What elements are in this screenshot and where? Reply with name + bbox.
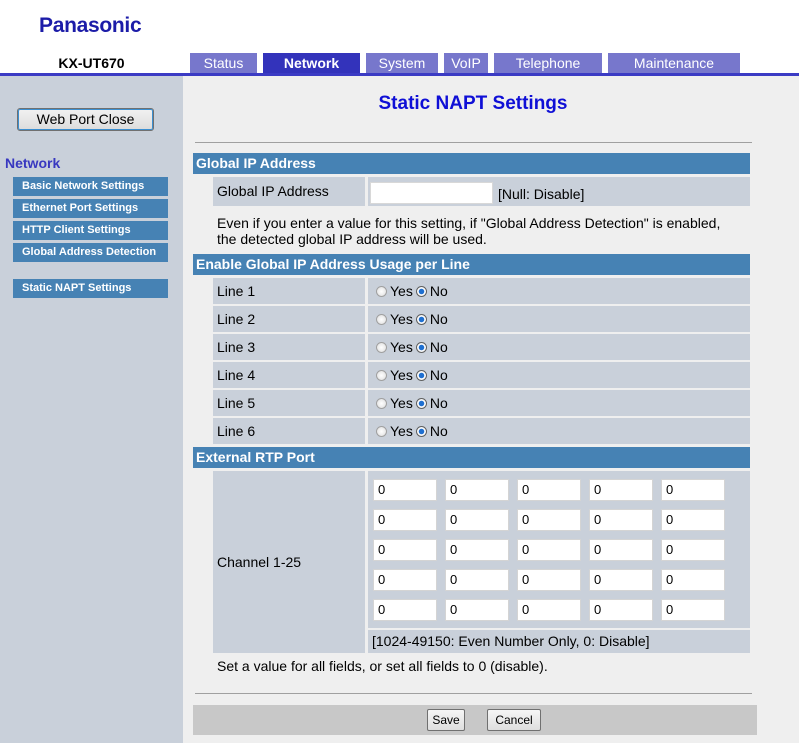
line-label: Line 2 [213, 306, 365, 332]
save-button[interactable]: Save [427, 709, 465, 731]
rtp-port-input[interactable]: 0 [661, 479, 725, 501]
radio-no-label: No [429, 395, 448, 411]
line-label: Line 4 [213, 362, 365, 388]
global-ip-note-2: the detected global IP address will be u… [217, 231, 487, 247]
model-name: KX-UT670 [58, 55, 125, 71]
global-ip-hint: [Null: Disable] [498, 186, 585, 202]
bottom-divider [195, 693, 752, 694]
line-radio-group: Yes No [368, 362, 750, 388]
rtp-port-input[interactable]: 0 [517, 569, 581, 591]
rtp-port-input[interactable]: 0 [445, 509, 509, 531]
section-header-global-ip: Global IP Address [193, 153, 750, 174]
radio-yes-label: Yes [390, 283, 413, 299]
sidebar-section-network: Network [5, 155, 61, 171]
sidebar-item-basic-network-settings[interactable]: Basic Network Settings [13, 177, 168, 196]
section-header-usage-per-line: Enable Global IP Address Usage per Line [193, 254, 750, 275]
line-label: Line 1 [213, 278, 365, 304]
radio-no[interactable] [415, 314, 427, 325]
rtp-port-input[interactable]: 0 [661, 599, 725, 621]
button-bar [193, 705, 757, 735]
radio-yes-label: Yes [390, 367, 413, 383]
radio-no-label: No [429, 283, 448, 299]
radio-no-label: No [429, 367, 448, 383]
radio-no[interactable] [415, 426, 427, 437]
cancel-button[interactable]: Cancel [487, 709, 541, 731]
tab-network[interactable]: Network [263, 53, 360, 73]
radio-yes-label: Yes [390, 395, 413, 411]
line-radio-group: Yes No [368, 390, 750, 416]
radio-no[interactable] [415, 342, 427, 353]
rtp-port-input[interactable]: 0 [445, 599, 509, 621]
rtp-port-input[interactable]: 0 [517, 479, 581, 501]
rtp-port-input[interactable]: 0 [661, 569, 725, 591]
line-label: Line 6 [213, 418, 365, 444]
radio-yes-label: Yes [390, 339, 413, 355]
rtp-port-input[interactable]: 0 [373, 599, 437, 621]
global-ip-note-1: Even if you enter a value for this setti… [217, 215, 721, 231]
rtp-port-input[interactable]: 0 [661, 539, 725, 561]
radio-yes[interactable] [376, 314, 387, 325]
rtp-port-input[interactable]: 0 [445, 539, 509, 561]
rtp-port-input[interactable]: 0 [373, 479, 437, 501]
sidebar-item-ethernet-port-settings[interactable]: Ethernet Port Settings [13, 199, 168, 218]
top-divider [195, 142, 752, 143]
rtp-port-input[interactable]: 0 [445, 479, 509, 501]
rtp-port-input[interactable]: 0 [517, 539, 581, 561]
radio-yes[interactable] [376, 286, 387, 297]
sidebar-item-http-client-settings[interactable]: HTTP Client Settings [13, 221, 168, 240]
rtp-port-input[interactable]: 0 [445, 569, 509, 591]
global-ip-input[interactable] [370, 182, 493, 204]
line-radio-group: Yes No [368, 278, 750, 304]
line-radio-group: Yes No [368, 334, 750, 360]
tab-voip[interactable]: VoIP [444, 53, 488, 73]
page-title: Static NAPT Settings [378, 93, 568, 114]
line-radio-group: Yes No [368, 306, 750, 332]
rtp-port-input[interactable]: 0 [661, 509, 725, 531]
tab-telephone[interactable]: Telephone [494, 53, 602, 73]
sidebar-item-global-address-detection[interactable]: Global Address Detection [13, 243, 168, 262]
radio-no[interactable] [415, 286, 427, 297]
radio-yes[interactable] [376, 370, 387, 381]
radio-no-label: No [429, 339, 448, 355]
main-tabs: Status Network System VoIP Telephone Mai… [190, 53, 746, 73]
line-radio-group: Yes No [368, 418, 750, 444]
rtp-port-input[interactable]: 0 [589, 539, 653, 561]
tab-maintenance[interactable]: Maintenance [608, 53, 740, 73]
rtp-port-input[interactable]: 0 [589, 509, 653, 531]
radio-no-label: No [429, 311, 448, 327]
sidebar-item-static-napt-settings[interactable]: Static NAPT Settings [13, 279, 168, 298]
radio-yes-label: Yes [390, 311, 413, 327]
global-ip-label: Global IP Address [213, 177, 365, 206]
radio-yes-label: Yes [390, 423, 413, 439]
rtp-port-input[interactable]: 0 [373, 509, 437, 531]
radio-no[interactable] [415, 370, 427, 381]
rtp-port-input[interactable]: 0 [589, 599, 653, 621]
radio-no[interactable] [415, 398, 427, 409]
rtp-port-input[interactable]: 0 [373, 539, 437, 561]
web-port-close-button[interactable]: Web Port Close [17, 108, 154, 131]
panasonic-logo: Panasonic [39, 14, 142, 37]
line-label: Line 3 [213, 334, 365, 360]
radio-yes[interactable] [376, 398, 387, 409]
line-label: Line 5 [213, 390, 365, 416]
rtp-port-input[interactable]: 0 [373, 569, 437, 591]
rtp-port-input[interactable]: 0 [517, 509, 581, 531]
rtp-hint: [1024-49150: Even Number Only, 0: Disabl… [368, 630, 750, 653]
tab-status[interactable]: Status [190, 53, 257, 73]
rtp-channel-label: Channel 1-25 [213, 471, 365, 653]
rtp-port-input[interactable]: 0 [589, 479, 653, 501]
rtp-note: Set a value for all fields, or set all f… [217, 658, 548, 674]
rtp-port-input[interactable]: 0 [589, 569, 653, 591]
section-header-external-rtp-port: External RTP Port [193, 447, 750, 468]
radio-yes[interactable] [376, 342, 387, 353]
rtp-port-input[interactable]: 0 [517, 599, 581, 621]
tab-system[interactable]: System [366, 53, 438, 73]
radio-yes[interactable] [376, 426, 387, 437]
radio-no-label: No [429, 423, 448, 439]
